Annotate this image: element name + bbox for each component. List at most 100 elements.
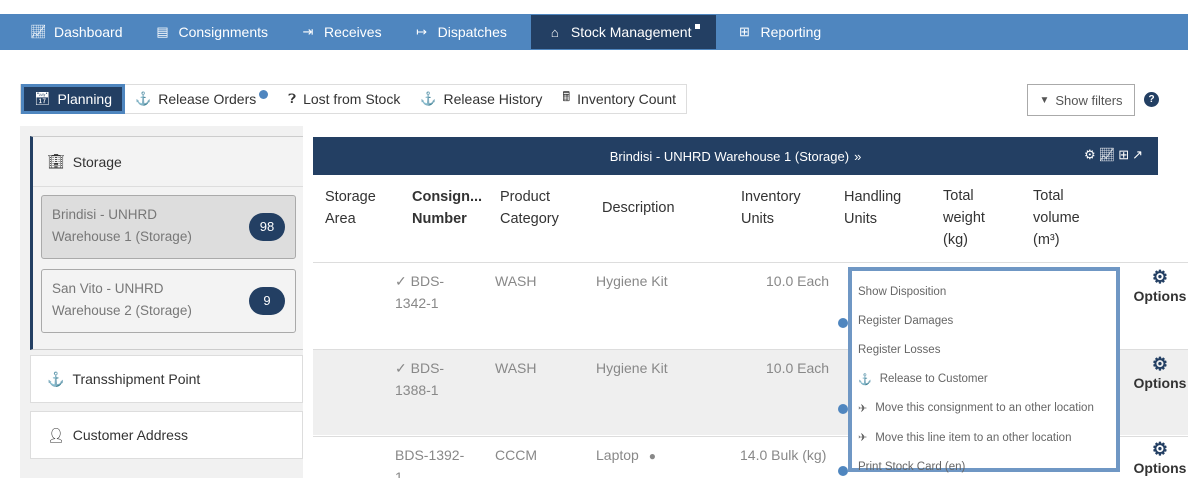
help-icon[interactable]: ? <box>1144 92 1159 107</box>
tab-release-orders-label: Release Orders <box>158 91 257 107</box>
chart-icon[interactable]: 📈︎ <box>1099 147 1119 162</box>
menu-move-consignment[interactable]: ✈ Move this consignment to an other loca… <box>852 394 1116 423</box>
menu-label: Release to Customer <box>879 373 988 386</box>
cell-consignment[interactable]: BDS-1392- 1 <box>395 444 464 478</box>
gear-icon: ⚙ <box>1151 267 1169 287</box>
menu-register-losses[interactable]: Register Losses <box>852 335 1116 364</box>
show-filters-button[interactable]: ▼ Show filters <box>1027 84 1135 116</box>
col-label: Area <box>325 211 356 227</box>
cell-consignment[interactable]: ✓ BDS- 1388-1 <box>395 357 444 401</box>
col-total-weight[interactable]: Total weight (kg) <box>943 185 985 251</box>
col-label: Consign... <box>412 189 483 205</box>
transshipment-point-item[interactable]: ⚓ Transshipment Point <box>30 355 303 403</box>
tab-inventory-count[interactable]: 🖩︎ Inventory Count <box>552 84 686 114</box>
external-link-icon[interactable]: ↗ <box>1132 147 1146 162</box>
warehouse-card-brindisi[interactable]: Brindisi - UNHRD Warehouse 1 (Storage) 9… <box>41 195 296 259</box>
menu-label: Move this line item to an other location <box>875 431 1072 444</box>
options-label: Options <box>1133 460 1187 476</box>
menu-label: Move this consignment to an other locati… <box>875 402 1094 415</box>
cell-consignment[interactable]: ✓ BDS- 1342-1 <box>395 270 444 314</box>
tab-lost-from-stock[interactable]: ❓︎ Lost from Stock <box>278 84 410 114</box>
col-product-category[interactable]: Product Category <box>500 186 559 230</box>
top-navigation: 📈︎ Dashboard ▤ Consignments ⇥ Receives ↦… <box>0 0 1188 62</box>
menu-release-to-customer[interactable]: ⚓ Release to Customer <box>852 365 1116 394</box>
warehouse-card-san-vito[interactable]: San Vito - UNHRD Warehouse 2 (Storage) 9 <box>41 269 296 333</box>
dolly-icon: ⚓ <box>420 91 437 106</box>
nav-reporting[interactable]: ⊞ Reporting <box>724 14 833 50</box>
storage-label: Storage <box>72 153 122 170</box>
cell-category: WASH <box>495 360 537 376</box>
options-button[interactable]: ⚙ Options <box>1132 355 1188 391</box>
menu-show-disposition[interactable]: Show Disposition <box>852 277 1116 306</box>
col-description[interactable]: Description <box>602 197 675 219</box>
sign-out-icon: ↦ <box>416 24 428 39</box>
table-title: Brindisi - UNHRD Warehouse 1 (Storage) <box>609 148 850 164</box>
tab-inventory-count-label: Inventory Count <box>577 91 677 107</box>
nav-consignments[interactable]: ▤ Consignments <box>143 14 281 50</box>
table-title-bar: Brindisi - UNHRD Warehouse 1 (Storage) »… <box>313 137 1158 175</box>
cell-text: Laptop <box>596 447 639 463</box>
cell-description: Hygiene Kit <box>596 360 668 376</box>
nav-dashboard[interactable]: 📈︎ Dashboard <box>18 14 135 50</box>
col-storage-area[interactable]: Storage Area <box>325 186 376 230</box>
filter-icon: ▼ <box>1039 94 1050 106</box>
lightbulb-icon[interactable]: ● <box>649 449 656 463</box>
col-label: weight <box>943 210 985 226</box>
col-consignment-number[interactable]: Consign... Number <box>412 186 482 230</box>
customer-address-item[interactable]: 👤︎ Customer Address <box>30 411 303 459</box>
grid-icon[interactable]: ⊞ <box>1118 147 1132 162</box>
col-handling-units[interactable]: Handling Units <box>844 186 901 230</box>
nav-indicator <box>695 23 701 29</box>
calendar-icon: 📅︎ <box>34 91 51 106</box>
nav-receives[interactable]: ⇥ Receives <box>288 14 394 50</box>
tab-release-history-label: Release History <box>443 91 543 107</box>
col-inventory-units[interactable]: Inventory Units <box>741 186 801 230</box>
gear-icon[interactable]: ⚙ <box>1084 147 1099 162</box>
storage-section: 🏢︎ Storage Brindisi - UNHRD Warehouse 1 … <box>30 136 303 350</box>
menu-move-line-item[interactable]: ✈ Move this line item to an other locati… <box>852 423 1116 452</box>
info-icon[interactable] <box>838 466 848 476</box>
dolly-icon: ⚓ <box>858 373 872 386</box>
nav-reporting-label: Reporting <box>760 24 822 40</box>
info-icon[interactable] <box>838 404 848 414</box>
cell-text: BDS-1392- <box>395 447 465 463</box>
col-label: Description <box>602 200 675 216</box>
col-label: Units <box>741 211 775 227</box>
warehouse-count-badge: 98 <box>249 213 285 241</box>
cell-text: 1 <box>395 469 403 478</box>
menu-register-damages[interactable]: Register Damages <box>852 306 1116 335</box>
options-button[interactable]: ⚙ Options <box>1132 268 1188 304</box>
menu-print-stock-card[interactable]: Print Stock Card (en) <box>852 452 1116 478</box>
info-icon <box>259 89 269 99</box>
cell-description: Laptop ● <box>596 444 656 467</box>
col-label: Number <box>412 211 467 227</box>
info-icon[interactable] <box>838 318 848 328</box>
options-label: Options <box>1133 288 1187 304</box>
tab-release-orders[interactable]: ⚓ Release Orders <box>125 84 278 114</box>
tab-release-history[interactable]: ⚓ Release History <box>410 84 552 114</box>
dolly-icon: ⚓ <box>135 91 152 106</box>
options-label: Options <box>1133 375 1187 391</box>
user-icon: 👤︎ <box>47 426 65 443</box>
col-label: Total <box>943 188 974 204</box>
options-button[interactable]: ⚙ Options <box>1132 440 1188 478</box>
nav-dispatches[interactable]: ↦ Dispatches <box>402 14 519 50</box>
table-tools: ⚙📈︎⊞↗ <box>1084 147 1146 163</box>
collapse-icon[interactable]: » <box>854 149 861 164</box>
cell-text: 1388-1 <box>395 382 439 398</box>
cell-text: 1342-1 <box>395 295 439 311</box>
cell-category: WASH <box>495 273 537 289</box>
nav-dispatches-label: Dispatches <box>437 24 507 40</box>
nav-stock-management-label: Stock Management <box>570 24 692 40</box>
line-chart-icon: 📈︎ <box>30 24 47 39</box>
storage-header[interactable]: 🏢︎ Storage <box>33 137 303 187</box>
cell-inventory-units: 10.0 Each <box>766 360 830 376</box>
col-label: Inventory <box>741 189 801 205</box>
nav-stock-management[interactable]: ⌂ Stock Management <box>530 15 717 49</box>
col-total-volume[interactable]: Total volume (m³) <box>1033 185 1080 251</box>
tab-planning[interactable]: 📅︎ Planning <box>21 84 126 114</box>
col-label: (m³) <box>1033 232 1060 248</box>
list-icon: ▤ <box>156 24 169 39</box>
col-label: Product <box>500 189 550 205</box>
nav-bar: 📈︎ Dashboard ▤ Consignments ⇥ Receives ↦… <box>0 14 1188 50</box>
